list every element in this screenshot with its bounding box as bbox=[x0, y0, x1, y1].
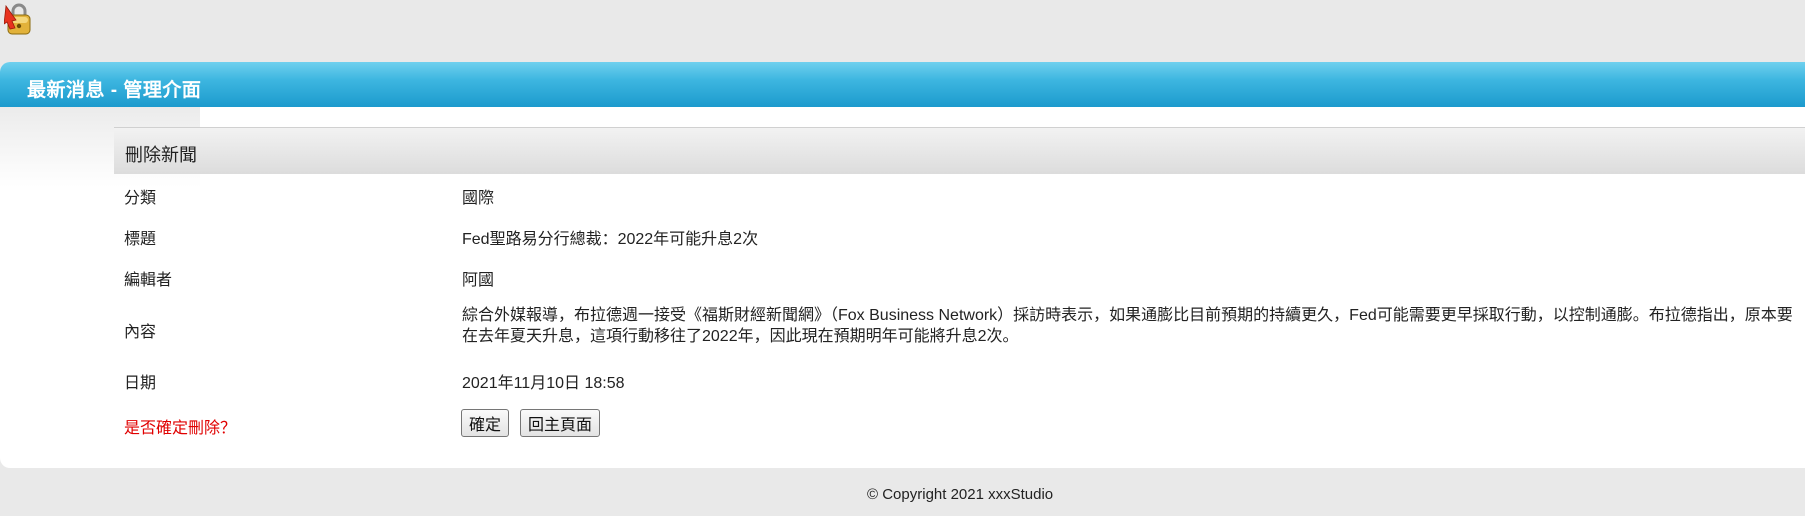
category-value: 國際 bbox=[462, 190, 495, 207]
content-label: 內容 bbox=[124, 324, 157, 341]
admin-panel: 最新消息 - 管理介面 刪除新聞 分類 國際 標題 Fed聖路易分行總裁：202… bbox=[0, 62, 1805, 468]
panel-header: 最新消息 - 管理介面 bbox=[0, 62, 1805, 107]
headline-label: 標題 bbox=[124, 231, 157, 248]
copyright-text: © Copyright 2021 xxxStudio bbox=[867, 486, 1054, 503]
confirm-button[interactable]: 確定 bbox=[461, 409, 510, 437]
editor-label: 編輯者 bbox=[124, 272, 173, 289]
section-header: 刪除新聞 bbox=[114, 127, 1805, 174]
back-to-main-button[interactable]: 回主頁面 bbox=[520, 409, 601, 437]
headline-value: Fed聖路易分行總裁：2022年可能升息2次 bbox=[462, 231, 759, 248]
date-label: 日期 bbox=[124, 375, 157, 392]
date-value: 2021年11月10日 18:58 bbox=[462, 375, 625, 392]
delete-confirm-prompt: 是否確定刪除？ bbox=[124, 420, 237, 437]
lock-icon[interactable] bbox=[4, 2, 34, 38]
top-bar bbox=[0, 0, 1805, 60]
category-label: 分類 bbox=[124, 190, 157, 207]
content-value: 綜合外媒報導，布拉德週一接受《福斯財經新聞網》（Fox Business Net… bbox=[462, 307, 1793, 345]
section-title: 刪除新聞 bbox=[125, 145, 197, 165]
editor-value: 阿國 bbox=[462, 272, 495, 289]
page-title: 最新消息 - 管理介面 bbox=[27, 80, 202, 101]
